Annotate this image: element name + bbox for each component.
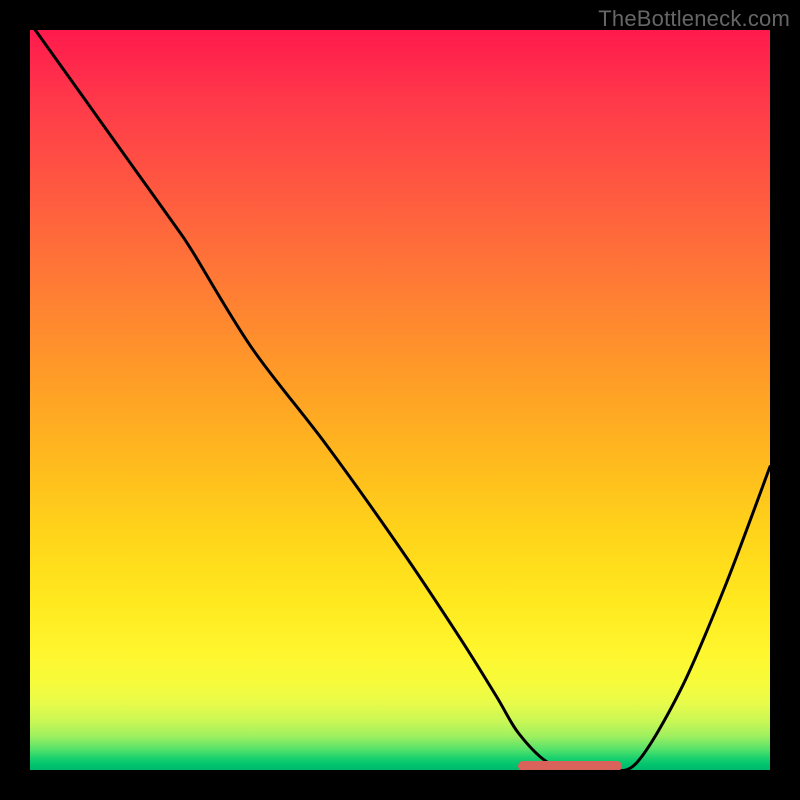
chart-container: TheBottleneck.com: [0, 0, 800, 800]
watermark-text: TheBottleneck.com: [598, 6, 790, 32]
curve-svg: [30, 30, 770, 770]
bottleneck-curve: [30, 30, 770, 770]
plot-area: [30, 30, 770, 770]
optimal-range-marker: [518, 761, 622, 770]
